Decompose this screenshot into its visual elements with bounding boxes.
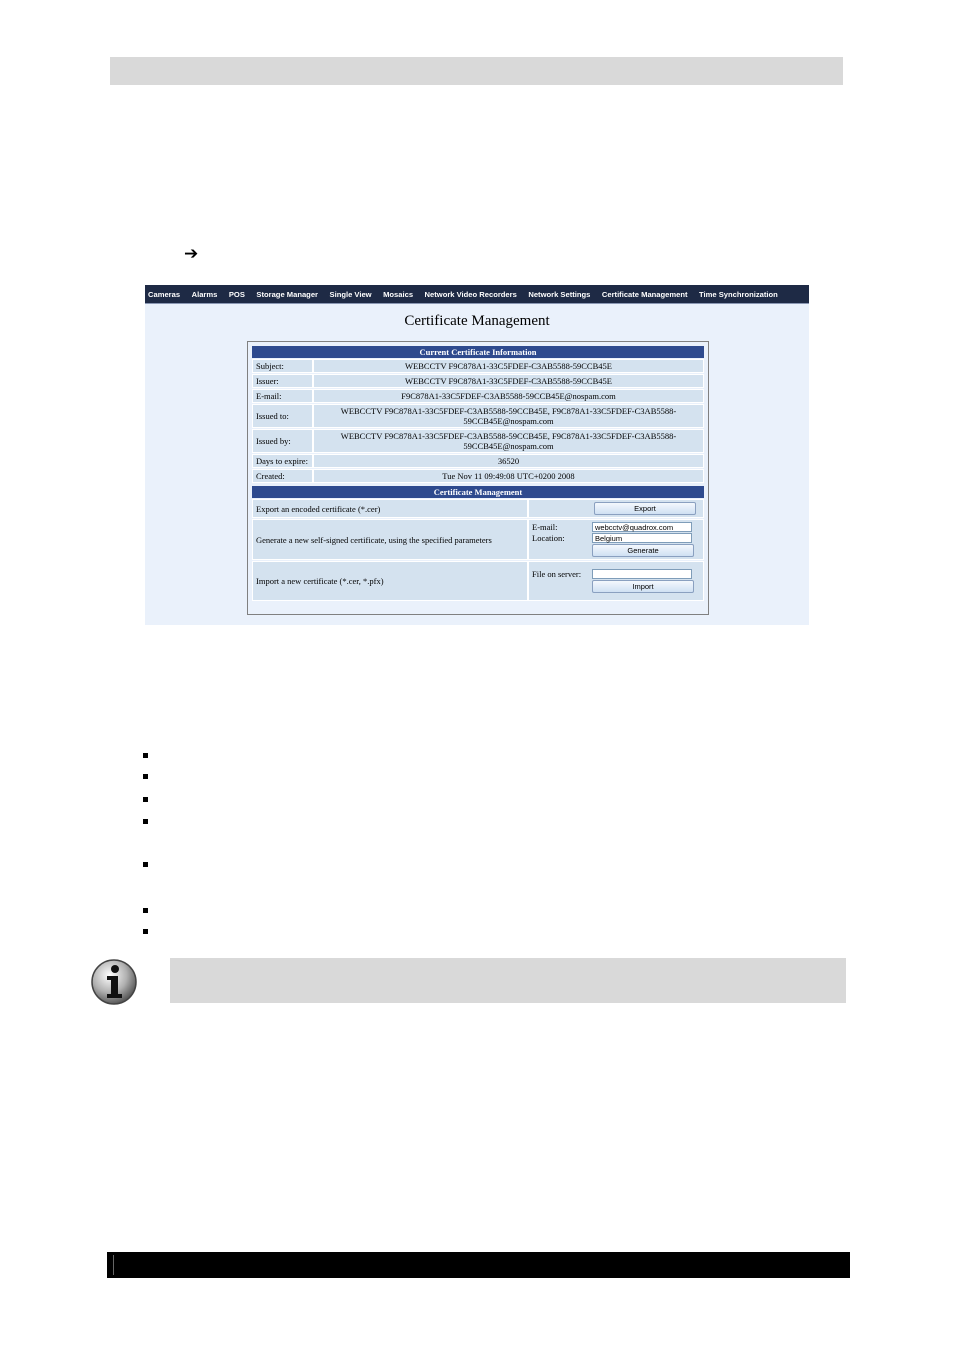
bullet-marker xyxy=(143,862,148,867)
export-button[interactable]: Export xyxy=(594,502,696,515)
file-on-server-label: File on server: xyxy=(532,569,582,579)
issuer-value: WEBCCTV F9C878A1-33C5FDEF-C3AB5588-59CCB… xyxy=(313,374,704,388)
file-on-server-field[interactable] xyxy=(592,569,692,579)
location-label: Location: xyxy=(532,533,565,543)
export-description: Export an encoded certificate (*.cer) xyxy=(252,499,528,518)
days-to-expire-label: Days to expire: xyxy=(252,454,313,468)
info-icon xyxy=(90,958,138,1006)
nav-item-network-video-recorders[interactable]: Network Video Recorders xyxy=(425,290,517,299)
table-row: Generate a new self-signed certificate, … xyxy=(252,519,704,560)
subject-value: WEBCCTV F9C878A1-33C5FDEF-C3AB5588-59CCB… xyxy=(313,359,704,373)
email-field[interactable]: webcctv@quadrox.com xyxy=(592,522,692,532)
bullet-marker xyxy=(143,929,148,934)
table-row: Issued by: WEBCCTV F9C878A1-33C5FDEF-C3A… xyxy=(252,429,704,453)
email-value: F9C878A1-33C5FDEF-C3AB5588-59CCB45E@nosp… xyxy=(313,389,704,403)
created-label: Created: xyxy=(252,469,313,483)
certificate-management-table: Certificate Management Export an encoded… xyxy=(252,485,704,602)
subject-label: Subject: xyxy=(252,359,313,373)
created-value: Tue Nov 11 09:49:08 UTC+0200 2008 xyxy=(313,469,704,483)
issued-by-label: Issued by: xyxy=(252,429,313,453)
nav-item-mosaics[interactable]: Mosaics xyxy=(383,290,413,299)
nav-item-alarms[interactable]: Alarms xyxy=(192,290,218,299)
import-description: Import a new certificate (*.cer, *.pfx) xyxy=(252,561,528,601)
current-section-title: Current Certificate Information xyxy=(252,346,704,358)
generate-email-label: E-mail: xyxy=(532,522,558,532)
issued-to-label: Issued to: xyxy=(252,404,313,428)
generate-description: Generate a new self-signed certificate, … xyxy=(252,519,528,560)
export-cell: Export xyxy=(528,499,704,518)
footer-divider xyxy=(113,1255,114,1275)
table-row: Import a new certificate (*.cer, *.pfx) … xyxy=(252,561,704,601)
bullet-marker xyxy=(143,819,148,824)
table-row: Issuer: WEBCCTV F9C878A1-33C5FDEF-C3AB55… xyxy=(252,374,704,388)
email-label: E-mail: xyxy=(252,389,313,403)
table-row: Issued to: WEBCCTV F9C878A1-33C5FDEF-C3A… xyxy=(252,404,704,428)
bullet-marker xyxy=(143,774,148,779)
nav-item-pos[interactable]: POS xyxy=(229,290,245,299)
certificate-panel: Current Certificate Information Subject:… xyxy=(247,341,709,615)
table-row: Export an encoded certificate (*.cer) Ex… xyxy=(252,499,704,518)
page-header-bar xyxy=(110,57,843,85)
issued-to-value: WEBCCTV F9C878A1-33C5FDEF-C3AB5588-59CCB… xyxy=(313,404,704,428)
note-bar xyxy=(170,958,846,1003)
table-row: Subject: WEBCCTV F9C878A1-33C5FDEF-C3AB5… xyxy=(252,359,704,373)
table-row: E-mail: F9C878A1-33C5FDEF-C3AB5588-59CCB… xyxy=(252,389,704,403)
management-section-title: Certificate Management xyxy=(252,486,704,498)
nav-item-single-view[interactable]: Single View xyxy=(330,290,372,299)
nav-item-storage-manager[interactable]: Storage Manager xyxy=(256,290,318,299)
current-certificate-table: Current Certificate Information Subject:… xyxy=(252,345,704,484)
issuer-label: Issuer: xyxy=(252,374,313,388)
generate-button[interactable]: Generate xyxy=(592,544,694,557)
location-field[interactable]: Belgium xyxy=(592,533,692,543)
page-title: Certificate Management xyxy=(404,313,550,329)
screenshot-window: Cameras Alarms POS Storage Manager Singl… xyxy=(145,285,809,625)
generate-cell: E-mail: webcctv@quadrox.com Location: Be… xyxy=(528,519,704,560)
issued-by-value: WEBCCTV F9C878A1-33C5FDEF-C3AB5588-59CCB… xyxy=(313,429,704,453)
table-row: Created: Tue Nov 11 09:49:08 UTC+0200 20… xyxy=(252,469,704,483)
bullet-marker xyxy=(143,753,148,758)
import-button[interactable]: Import xyxy=(592,580,694,593)
table-row: Days to expire: 36520 xyxy=(252,454,704,468)
top-navigation: Cameras Alarms POS Storage Manager Singl… xyxy=(145,285,809,304)
days-to-expire-value: 36520 xyxy=(313,454,704,468)
page-footer-bar xyxy=(107,1252,850,1278)
nav-item-certificate-management[interactable]: Certificate Management xyxy=(602,290,688,299)
nav-item-network-settings[interactable]: Network Settings xyxy=(528,290,590,299)
bullet-marker xyxy=(143,908,148,913)
nav-item-time-synchronization[interactable]: Time Synchronization xyxy=(699,290,778,299)
bullet-marker xyxy=(143,797,148,802)
nav-item-cameras[interactable]: Cameras xyxy=(148,290,180,299)
arrow-icon: ➔ xyxy=(184,244,199,264)
import-cell: File on server: Import xyxy=(528,561,704,601)
